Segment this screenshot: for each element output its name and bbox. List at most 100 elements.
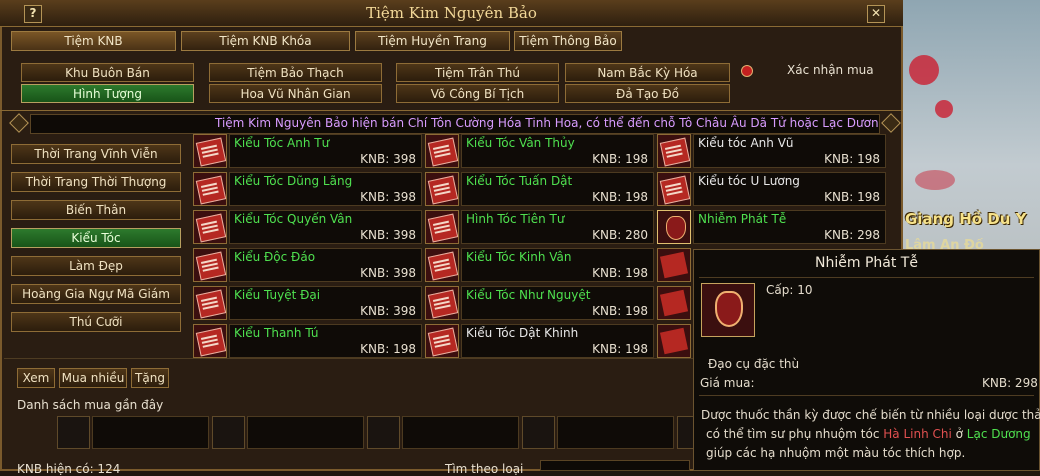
hair-scroll-icon — [425, 210, 459, 244]
announcement-marquee: Tiệm Kim Nguyên Bảo hiện bán Chí Tôn Cườ… — [30, 114, 880, 134]
item-name: Hình Tóc Tiên Tư — [466, 212, 565, 226]
hair-scroll-icon — [193, 248, 227, 282]
shop-khu-buon-ban[interactable]: Khu Buôn Bán — [21, 63, 194, 82]
item-price: KNB: 398 — [360, 228, 416, 242]
tooltip-title: Nhiễm Phát Tễ — [815, 255, 918, 271]
item-card[interactable]: Kiểu Thanh Tú KNB: 198 — [193, 324, 422, 358]
item-price: KNB: 398 — [360, 266, 416, 280]
item-price: KNB: 198 — [592, 190, 648, 204]
recent-slot-info — [92, 416, 209, 449]
category-kieu-toc[interactable]: Kiểu Tóc — [11, 228, 181, 248]
item-card[interactable]: Kiểu Tóc Dũng Lãng KNB: 398 — [193, 172, 422, 206]
item-name: Kiểu Tóc Như Nguyệt — [466, 288, 591, 302]
tab-thong-bao[interactable]: Tiệm Thông Bảo — [514, 31, 622, 51]
hair-scroll-icon — [425, 324, 459, 358]
tooltip-desc-line-1: Dược thuốc thần kỳ được chế biến từ nhiề… — [701, 408, 1040, 422]
hair-scroll-icon — [657, 134, 691, 168]
tooltip-divider — [699, 277, 1034, 278]
shop-da-tao-do[interactable]: Đả Tạo Đồ — [565, 84, 730, 103]
hair-scroll-icon — [193, 286, 227, 320]
hair-scroll-icon — [193, 134, 227, 168]
item-price: KNB: 280 — [592, 228, 648, 242]
item-price: KNB: 398 — [360, 152, 416, 166]
item-price: KNB: 198 — [592, 342, 648, 356]
hair-scroll-icon[interactable] — [657, 248, 691, 282]
item-card[interactable]: Kiểu Tóc Anh Tư KNB: 398 — [193, 134, 422, 168]
hair-scroll-icon — [425, 134, 459, 168]
item-price: KNB: 198 — [824, 190, 880, 204]
recent-purchases-label: Danh sách mua gần đây — [17, 398, 164, 412]
item-card[interactable]: Kiểu Tóc Tuấn Dật KNB: 198 — [425, 172, 654, 206]
tooltip-desc-line-2: có thể tìm sư phụ nhuộm tóc Hà Linh Chi … — [706, 427, 1031, 441]
recent-slot[interactable] — [212, 416, 245, 449]
hair-scroll-icon — [193, 172, 227, 206]
hair-scroll-icon[interactable] — [657, 286, 691, 320]
search-by-type-label: Tìm theo loại — [445, 462, 524, 476]
shop-hoa-vu-nhan-gian[interactable]: Hoa Vũ Nhân Gian — [209, 84, 382, 103]
item-name: Kiểu Tóc Anh Tư — [234, 136, 330, 150]
item-card[interactable]: Kiểu Tóc Quyến Vân KNB: 398 — [193, 210, 422, 244]
tab-knb[interactable]: Tiệm KNB — [11, 31, 176, 51]
item-price: KNB: 298 — [824, 228, 880, 242]
hair-scroll-icon — [657, 172, 691, 206]
item-name: Kiểu Tóc Tuấn Dật — [466, 174, 573, 188]
item-card[interactable]: Kiểu Tuyệt Đại KNB: 398 — [193, 286, 422, 320]
item-price: KNB: 398 — [360, 190, 416, 204]
category-lam-dep[interactable]: Làm Đẹp — [11, 256, 181, 276]
item-card[interactable]: Kiểu tóc Anh Vũ KNB: 198 — [657, 134, 886, 168]
hair-scroll-icon — [425, 248, 459, 282]
tab-huyen-trang[interactable]: Tiệm Huyền Trang — [355, 31, 510, 51]
item-name: Kiểu tóc U Lương — [698, 174, 800, 188]
hair-scroll-icon[interactable] — [657, 324, 691, 358]
help-button[interactable]: ? — [24, 5, 42, 23]
hair-scroll-icon — [193, 324, 227, 358]
potion-icon — [657, 210, 691, 244]
tooltip-desc-line-3: giúp các hạ nhuộm một màu tóc thích hợp. — [706, 446, 966, 460]
close-button[interactable]: ✕ — [867, 5, 885, 23]
recent-slot[interactable] — [522, 416, 555, 449]
item-name: Kiểu Tóc Quyến Vân — [234, 212, 353, 226]
recent-slot-info — [402, 416, 519, 449]
npc-name-label: Giang Hồ Du Y — [905, 210, 1027, 228]
item-card[interactable]: Kiểu Độc Đáo KNB: 398 — [193, 248, 422, 282]
hair-scroll-icon — [425, 172, 459, 206]
view-button[interactable]: Xem — [17, 368, 55, 388]
category-hoang-gia-ngu-ma-giam[interactable]: Hoàng Gia Ngự Mã Giám — [11, 284, 181, 304]
shop-hinh-tuong[interactable]: Hình Tượng — [21, 84, 194, 103]
confirm-label: Xác nhận mua — [787, 63, 874, 77]
item-name: Nhiễm Phát Tễ — [698, 212, 787, 226]
category-thu-cuoi[interactable]: Thú Cưỡi — [11, 312, 181, 332]
shop-bao-thach[interactable]: Tiệm Bảo Thạch — [209, 63, 382, 82]
window-title: Tiệm Kim Nguyên Bảo — [366, 4, 537, 22]
tab-knb-khoa[interactable]: Tiệm KNB Khóa — [181, 31, 350, 51]
item-card[interactable]: Hình Tóc Tiên Tư KNB: 280 — [425, 210, 654, 244]
item-card-selected[interactable]: Nhiễm Phát Tễ KNB: 298 — [657, 210, 886, 244]
item-card[interactable]: Kiểu tóc U Lương KNB: 198 — [657, 172, 886, 206]
category-bien-than[interactable]: Biến Thân — [11, 200, 181, 220]
item-name: Kiểu Tóc Vân Thủy — [466, 136, 575, 150]
item-price: KNB: 198 — [592, 152, 648, 166]
recent-slot-info — [557, 416, 674, 449]
buy-many-button[interactable]: Mua nhiều — [59, 368, 127, 388]
recent-slot-info — [247, 416, 364, 449]
item-card[interactable]: Kiểu Tóc Như Nguyệt KNB: 198 — [425, 286, 654, 320]
item-card[interactable]: Kiểu Tóc Kinh Vân KNB: 198 — [425, 248, 654, 282]
shop-nam-bac-ky-hoa[interactable]: Nam Bắc Kỳ Hóa — [565, 63, 730, 82]
confirm-checkbox[interactable] — [741, 65, 753, 77]
item-price: KNB: 198 — [360, 342, 416, 356]
knb-balance: KNB hiện có: 124 — [17, 462, 121, 476]
category-thoi-trang-thoi-thuong[interactable]: Thời Trang Thời Thượng — [11, 172, 181, 192]
shop-tran-thu[interactable]: Tiệm Trân Thú — [396, 63, 559, 82]
search-by-type-select[interactable] — [540, 460, 690, 471]
tooltip-level: Cấp: 10 — [766, 283, 813, 297]
divider — [0, 110, 903, 111]
hair-scroll-icon — [193, 210, 227, 244]
recent-slot[interactable] — [57, 416, 90, 449]
gift-button[interactable]: Tặng — [131, 368, 169, 388]
recent-slot[interactable] — [367, 416, 400, 449]
category-thoi-trang-vinh-vien[interactable]: Thời Trang Vĩnh Viễn — [11, 144, 181, 164]
shop-vo-cong-bi-tich[interactable]: Võ Công Bí Tịch — [396, 84, 559, 103]
item-card[interactable]: Kiểu Tóc Vân Thủy KNB: 198 — [425, 134, 654, 168]
item-card[interactable]: Kiểu Tóc Dật Khinh KNB: 198 — [425, 324, 654, 358]
item-name: Kiểu Tóc Dũng Lãng — [234, 174, 353, 188]
